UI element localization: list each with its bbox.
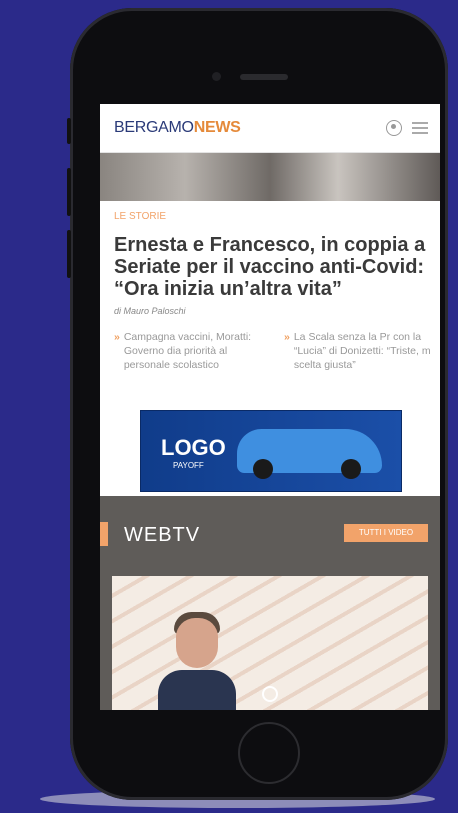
suit xyxy=(158,670,236,710)
volume-up-button xyxy=(67,168,71,216)
video-thumbnail[interactable] xyxy=(112,576,428,710)
site-logo[interactable]: BERGAMONEWS xyxy=(114,119,241,137)
mute-switch xyxy=(67,118,71,144)
webtv-title: WEBTV xyxy=(124,524,201,546)
earpiece-speaker xyxy=(240,74,288,80)
related-article-2[interactable]: » La Scala senza la Pr con la “Lucia” di… xyxy=(270,330,440,390)
volume-down-button xyxy=(67,230,71,278)
head xyxy=(176,618,218,668)
logo-text-bergamo: BERGAMO xyxy=(114,119,194,136)
hamburger-menu-icon[interactable] xyxy=(412,122,428,134)
logo-text-news: NEWS xyxy=(193,119,241,136)
section-accent-bar xyxy=(100,522,108,546)
car-wheel xyxy=(253,459,273,479)
ad-logo-text: LOGO xyxy=(161,435,226,460)
related-article-title: La Scala senza la Pr con la “Lucia” di D… xyxy=(293,331,431,371)
article-hero-image[interactable] xyxy=(100,153,440,201)
double-chevron-right-icon: » xyxy=(284,331,290,343)
advertisement-banner[interactable]: LOGO PAYOFF xyxy=(140,410,402,492)
webtv-section: WEBTV TUTTI I VIDEO xyxy=(100,496,440,710)
related-article-title: Campagna vaccini, Moratti: Governo dia p… xyxy=(123,331,252,371)
front-camera xyxy=(212,72,221,81)
related-articles: » Campagna vaccini, Moratti: Governo dia… xyxy=(100,330,440,390)
speaker-figure xyxy=(158,612,236,710)
article-kicker[interactable]: LE STORIE xyxy=(114,211,440,222)
article-headline[interactable]: Ernesta e Francesco, in coppia a Seriate… xyxy=(114,234,428,300)
header-actions xyxy=(386,120,428,136)
related-article-1[interactable]: » Campagna vaccini, Moratti: Governo dia… xyxy=(100,330,270,390)
ad-payoff-text: PAYOFF xyxy=(173,461,204,470)
phone-screen: BERGAMONEWS LE STORIE Ernesta e Francesc… xyxy=(100,104,440,710)
article-byline: di Mauro Paloschi xyxy=(114,306,186,316)
double-chevron-right-icon: » xyxy=(114,331,120,343)
home-button[interactable] xyxy=(238,722,300,784)
car-wheel xyxy=(341,459,361,479)
play-icon[interactable] xyxy=(262,686,278,702)
user-icon[interactable] xyxy=(386,120,402,136)
site-header: BERGAMONEWS xyxy=(100,104,440,153)
all-videos-button[interactable]: TUTTI I VIDEO xyxy=(344,524,428,542)
